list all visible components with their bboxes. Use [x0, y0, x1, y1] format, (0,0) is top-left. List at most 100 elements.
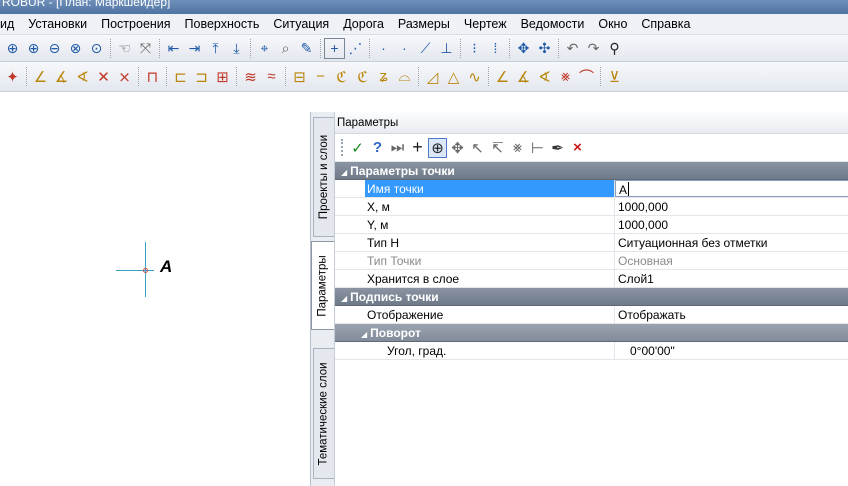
menu-road[interactable]: Дорога [336, 14, 391, 35]
help-arrow-icon[interactable]: ? [368, 138, 387, 158]
arc-icon[interactable]: ⌓ [394, 66, 415, 87]
category-point-caption[interactable]: ◢ Подпись точки [335, 288, 848, 306]
grid-dots-icon[interactable]: ⁞ [485, 38, 506, 59]
cancel-x-icon[interactable]: × [568, 138, 587, 158]
picket-icon[interactable]: ⊓ [142, 66, 163, 87]
pointer-perp-icon[interactable]: ↸ [488, 138, 507, 158]
menu-view[interactable]: ид [0, 14, 21, 35]
target-move-icon[interactable]: ✥ [448, 138, 467, 158]
zoom-window-icon[interactable]: ⊕ [2, 38, 23, 59]
collapse-triangle-icon[interactable]: ◢ [341, 168, 347, 177]
shift-up-icon[interactable]: ⤒ [205, 38, 226, 59]
snap-cross-icon[interactable]: + [324, 37, 345, 59]
zoom-previous-icon[interactable]: ⊙ [86, 38, 107, 59]
tab-parameters[interactable]: Параметры [311, 241, 335, 330]
point-name-field[interactable]: A [615, 180, 848, 197]
skip-next-icon[interactable]: ⏭ [388, 138, 407, 158]
pen-icon[interactable]: ✒ [548, 138, 567, 158]
table-icon[interactable]: ⊞ [212, 66, 233, 87]
level-3-icon[interactable]: ∢ [534, 66, 555, 87]
cross-mark-icon[interactable]: ✕ [93, 66, 114, 87]
zoom-out-icon[interactable]: ⊖ [44, 38, 65, 59]
end-icon[interactable]: ⊻ [604, 66, 625, 87]
point-tool-icon[interactable]: ✦ [2, 66, 23, 87]
type-h-select[interactable]: Ситуационная без отметки [615, 234, 848, 251]
shift-left-icon[interactable]: ⇤ [163, 38, 184, 59]
s-curve-icon[interactable]: ʑ [373, 66, 394, 87]
property-row-y[interactable]: Y, м 1000,000 [335, 216, 848, 234]
dash-icon[interactable]: − [310, 66, 331, 87]
menu-window[interactable]: Окно [591, 14, 634, 35]
snap-end-icon[interactable]: ∙ [394, 38, 415, 59]
x-coordinate-field[interactable]: 1000,000 [615, 198, 848, 215]
toolbar-grip[interactable] [341, 139, 344, 156]
wave-icon[interactable]: ∿ [464, 66, 485, 87]
pointer-select-icon[interactable]: ↖ [468, 138, 487, 158]
select-icon[interactable]: ⌖ [254, 38, 275, 59]
angle-field[interactable]: 0°00'00" [615, 342, 848, 359]
shift-right-icon[interactable]: ⇥ [184, 38, 205, 59]
property-row-name[interactable]: Имя точки A [335, 180, 848, 198]
cross-mark-2-icon[interactable]: ⨯ [114, 66, 135, 87]
snap-node-icon[interactable]: ⟋ [415, 38, 436, 59]
property-row-angle[interactable]: Угол, град. 0°00'00" [335, 342, 848, 360]
copy-move-icon[interactable]: ✣ [534, 38, 555, 59]
menu-settings[interactable]: Установки [21, 14, 94, 35]
menu-reports[interactable]: Ведомости [514, 14, 592, 35]
crosshair-icon[interactable]: + [408, 137, 427, 158]
angle-arc-icon[interactable]: ∡ [51, 66, 72, 87]
angle-tool-icon[interactable]: ∠ [30, 66, 51, 87]
pan-icon[interactable]: ☜ [114, 38, 135, 59]
menu-constructions[interactable]: Построения [94, 14, 177, 35]
display-select[interactable]: Отображать [615, 306, 848, 323]
category-rotation[interactable]: ◢ Поворот [335, 324, 848, 342]
level-icon[interactable]: ∠ [492, 66, 513, 87]
tab-projects-layers[interactable]: Проекты и слои [313, 117, 335, 237]
mound-icon[interactable]: ⌒ [576, 66, 597, 87]
triangle-icon[interactable]: △ [443, 66, 464, 87]
picket-remove-icon[interactable]: ⊐ [191, 66, 212, 87]
apply-check-icon[interactable]: ✓ [348, 138, 367, 158]
circle-crosshair-icon[interactable]: ⊕ [428, 137, 447, 158]
y-coordinate-field[interactable]: 1000,000 [615, 216, 848, 233]
point-marker[interactable] [143, 268, 148, 273]
menu-dimensions[interactable]: Размеры [391, 14, 457, 35]
deselect-icon[interactable]: ⌕ [275, 38, 296, 59]
drawing-canvas[interactable]: A [0, 92, 310, 486]
collapse-triangle-icon[interactable]: ◢ [361, 330, 367, 339]
category-point-params[interactable]: ◢ Параметры точки [335, 162, 848, 180]
brush-icon[interactable]: ✎ [296, 38, 317, 59]
snap-perp-icon[interactable]: ⊥ [436, 38, 457, 59]
property-row-display[interactable]: Отображение Отображать [335, 306, 848, 324]
menu-surface[interactable]: Поверхность [178, 14, 267, 35]
zoom-extents-icon[interactable]: ⊗ [65, 38, 86, 59]
tab-thematic-layers[interactable]: Тематические слои [313, 348, 335, 479]
grid-icon[interactable]: ⁝ [464, 38, 485, 59]
angle-measure-icon[interactable]: ∢ [72, 66, 93, 87]
line-icon[interactable]: ⊟ [289, 66, 310, 87]
collapse-triangle-icon[interactable]: ◢ [341, 294, 347, 303]
binoculars-icon[interactable]: ⚲ [604, 38, 625, 59]
road-icon[interactable]: ≋ [240, 66, 261, 87]
menu-help[interactable]: Справка [634, 14, 697, 35]
redo-icon[interactable]: ↷ [583, 38, 604, 59]
menu-drawing[interactable]: Чертеж [457, 14, 514, 35]
menu-situation[interactable]: Ситуация [266, 14, 336, 35]
property-row-type-h[interactable]: Тип Н Ситуационная без отметки [335, 234, 848, 252]
snap-line-icon[interactable]: ⋰ [345, 38, 366, 59]
road-2-icon[interactable]: ≈ [261, 66, 282, 87]
snap-point-icon[interactable]: · [373, 38, 394, 59]
zoom-in-icon[interactable]: ⊕ [23, 38, 44, 59]
move-icon[interactable]: ✥ [513, 38, 534, 59]
property-row-x[interactable]: X, м 1000,000 [335, 198, 848, 216]
picket-add-icon[interactable]: ⊏ [170, 66, 191, 87]
fit-icon[interactable]: ⤧ [135, 38, 156, 59]
undo-icon[interactable]: ↶ [562, 38, 583, 59]
layer-select[interactable]: Слой1 [615, 270, 848, 287]
offset-icon[interactable]: ⊢ [528, 138, 547, 158]
slope-icon[interactable]: ◿ [422, 66, 443, 87]
curve-2-icon[interactable]: ℭ [352, 66, 373, 87]
level-2-icon[interactable]: ∡ [513, 66, 534, 87]
intersect-icon[interactable]: ⨳ [508, 138, 527, 158]
property-row-layer[interactable]: Хранится в слое Слой1 [335, 270, 848, 288]
